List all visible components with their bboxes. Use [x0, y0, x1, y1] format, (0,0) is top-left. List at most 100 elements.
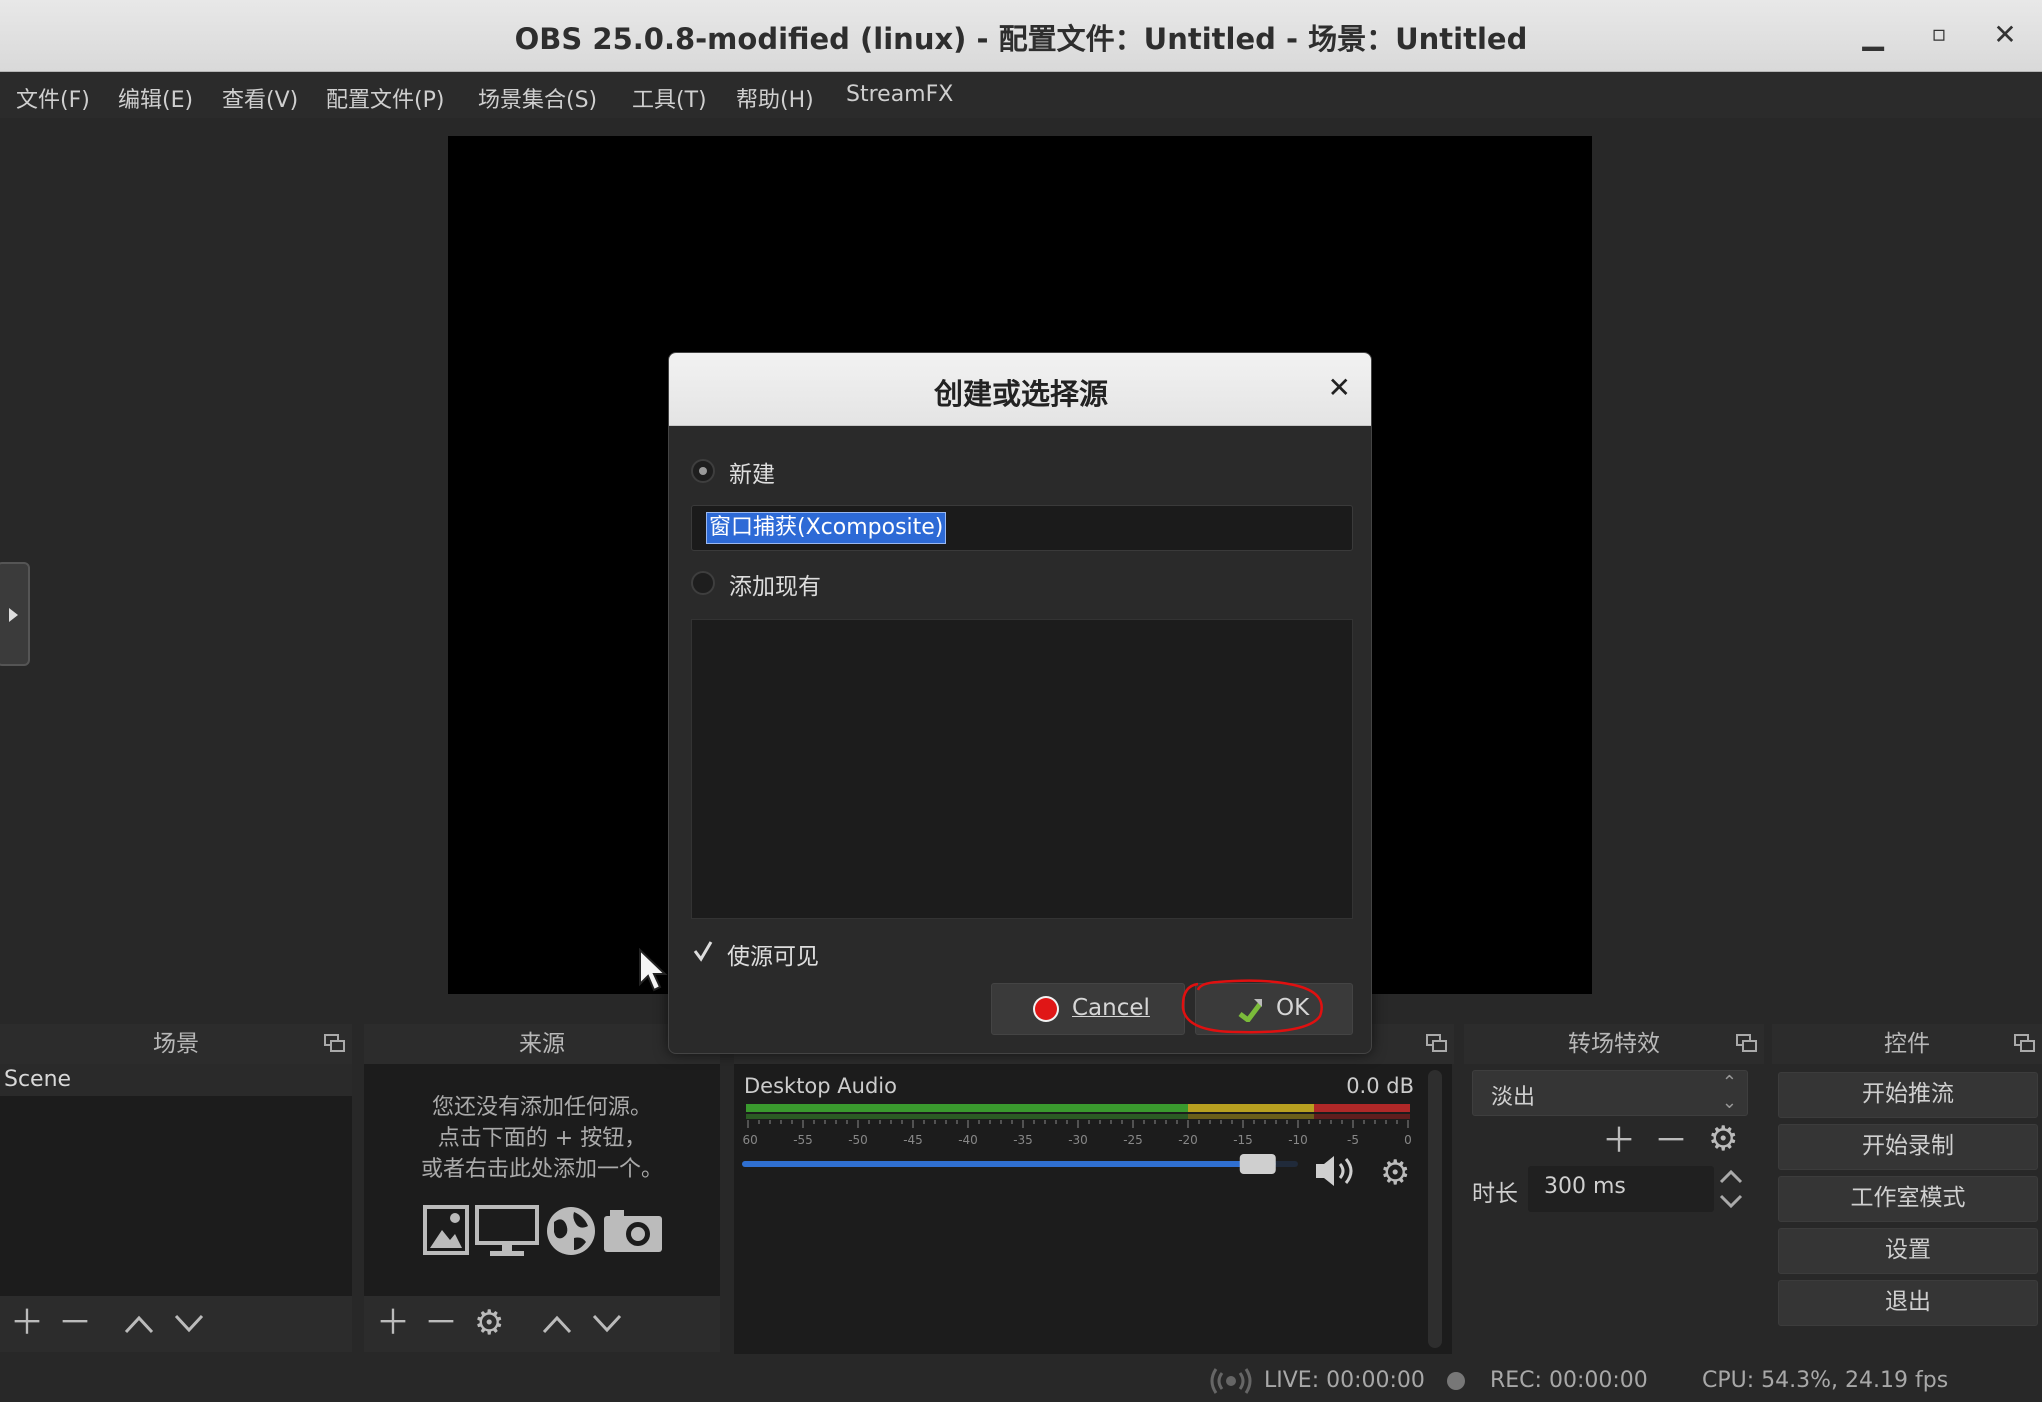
transition-selected: 淡出	[1491, 1085, 1536, 1110]
meter-scale-label: -30	[1068, 1133, 1088, 1147]
menu-scene-collection[interactable]: 场景集合(S)	[478, 82, 597, 114]
mute-button[interactable]	[1326, 1154, 1366, 1188]
transition-properties-gear-icon[interactable]: ⚙	[1708, 1122, 1738, 1156]
close-window-button[interactable]: ✕	[1984, 14, 2026, 56]
add-existing-radio[interactable]	[691, 571, 715, 595]
maximize-button[interactable]: ▫	[1918, 14, 1960, 56]
menu-tools[interactable]: 工具(T)	[632, 82, 707, 114]
float-dock-icon[interactable]	[1426, 1034, 1448, 1052]
sources-empty-hint-line3: 或者右击此处添加一个。	[420, 1157, 663, 1182]
controls-title: 控件	[1884, 1031, 1930, 1057]
menu-file[interactable]: 文件(F)	[16, 82, 90, 114]
new-source-radio[interactable]	[691, 459, 715, 483]
live-broadcast-icon	[1210, 1368, 1252, 1394]
mixer-channel-name: Desktop Audio	[744, 1074, 897, 1098]
meter-scale-label: -45	[903, 1133, 923, 1147]
display-icon	[475, 1205, 539, 1256]
remove-scene-button[interactable]: －	[58, 1306, 92, 1340]
float-dock-icon[interactable]	[1736, 1034, 1758, 1052]
move-scene-down-button[interactable]	[172, 1310, 206, 1336]
scenes-list[interactable]: Scene	[0, 1064, 352, 1296]
scenes-toolbar: ＋ －	[0, 1296, 352, 1352]
status-bar: LIVE: 00:00:00 REC: 00:00:00 CPU: 54.3%,…	[0, 1360, 2042, 1402]
meter-scale-label: -25	[1123, 1133, 1143, 1147]
menu-edit[interactable]: 编辑(E)	[118, 82, 193, 114]
dialog-close-button[interactable]: ✕	[1328, 371, 1351, 404]
menu-streamfx[interactable]: StreamFX	[846, 82, 953, 107]
camera-icon	[604, 1210, 662, 1252]
meter-scale-label: -55	[793, 1133, 813, 1147]
minimize-button[interactable]: ▁	[1852, 14, 1894, 56]
move-source-down-button[interactable]	[590, 1310, 624, 1336]
menu-bar: 文件(F) 编辑(E) 查看(V) 配置文件(P) 场景集合(S) 工具(T) …	[0, 72, 2042, 118]
transitions-dock-title: 转场特效	[1464, 1024, 1764, 1064]
exit-button[interactable]: 退出	[1778, 1280, 2038, 1326]
studio-mode-button[interactable]: 工作室模式	[1778, 1176, 2038, 1222]
float-dock-icon[interactable]	[2014, 1034, 2036, 1052]
make-visible-checkbox[interactable]	[691, 939, 715, 963]
add-transition-button[interactable]: ＋	[1602, 1124, 1636, 1158]
new-source-label: 新建	[729, 462, 775, 488]
remove-transition-button[interactable]: －	[1654, 1124, 1688, 1158]
mixer-level-db: 0.0 dB	[1346, 1074, 1414, 1098]
add-source-button[interactable]: ＋	[376, 1306, 410, 1340]
live-timer: LIVE: 00:00:00	[1264, 1368, 1425, 1393]
controls-dock-title: 控件	[1772, 1024, 2042, 1064]
window-title: OBS 25.0.8-modified (linux) - 配置文件：Untit…	[514, 22, 1528, 56]
globe-icon	[547, 1207, 595, 1255]
start-recording-button[interactable]: 开始录制	[1778, 1124, 2038, 1170]
start-streaming-button[interactable]: 开始推流	[1778, 1072, 2038, 1118]
menu-help[interactable]: 帮助(H)	[736, 82, 814, 114]
expand-arrow-icon	[9, 608, 18, 622]
dialog-header: 创建或选择源 ✕	[669, 353, 1371, 426]
rec-timer: REC: 00:00:00	[1490, 1368, 1648, 1393]
meter-scale-label: -40	[958, 1133, 978, 1147]
move-source-up-button[interactable]	[540, 1310, 574, 1336]
meter-scale-label: -20	[1178, 1133, 1198, 1147]
volume-meter: -60-55-50-45-40-35-30-25-20-15-10-50	[742, 1104, 1412, 1147]
transition-select[interactable]: 淡出 ⌃ ⌄	[1472, 1070, 1748, 1116]
make-visible-label: 使源可见	[727, 944, 819, 970]
audio-mixer: Desktop Audio 0.0 dB -60 -55 -50 -45 -40 -35 -…	[734, 1064, 1452, 1354]
meter-scale-label: -60	[742, 1133, 758, 1147]
side-panel-toggle[interactable]	[0, 562, 30, 666]
settings-button[interactable]: 设置	[1778, 1228, 2038, 1274]
scenes-dock-title: 场景	[0, 1024, 352, 1064]
source-name-input[interactable]: 窗口捕获(Xcomposite)	[691, 505, 1353, 551]
menu-view[interactable]: 查看(V)	[222, 82, 298, 114]
cancel-stop-icon	[1033, 996, 1059, 1022]
sources-empty-hint-line2: 点击下面的 + 按钮，	[437, 1126, 647, 1151]
meter-scale-label: -50	[848, 1133, 868, 1147]
add-scene-button[interactable]: ＋	[10, 1306, 44, 1340]
mixer-settings-gear-icon[interactable]: ⚙	[1380, 1156, 1410, 1190]
dialog-title: 创建或选择源	[933, 377, 1108, 411]
sources-list[interactable]: 您还没有添加任何源。 点击下面的 + 按钮， 或者右击此处添加一个。	[364, 1064, 720, 1296]
meter-scale-label: -10	[1288, 1133, 1308, 1147]
menu-profile[interactable]: 配置文件(P)	[326, 82, 444, 114]
source-name-value: 窗口捕获(Xcomposite)	[706, 512, 947, 544]
source-properties-gear-icon[interactable]: ⚙	[474, 1306, 504, 1340]
volume-slider[interactable]	[1242, 1164, 1382, 1168]
meter-scale-label: -35	[1013, 1133, 1033, 1147]
meter-scale-label: -5	[1347, 1133, 1359, 1147]
image-icon	[423, 1205, 469, 1255]
mouse-cursor-icon	[639, 948, 668, 992]
move-scene-up-button[interactable]	[122, 1310, 156, 1336]
sources-title: 来源	[519, 1031, 565, 1057]
sources-empty-hint-line1: 您还没有添加任何源。	[431, 1095, 652, 1120]
highlight-annotation	[1181, 979, 1323, 1034]
existing-sources-list[interactable]	[691, 619, 1353, 919]
meter-scale-label: -15	[1233, 1133, 1253, 1147]
duration-label: 时长	[1472, 1181, 1518, 1207]
scene-list-item[interactable]: Scene	[0, 1064, 352, 1096]
duration-stepper[interactable]	[1716, 1166, 1746, 1212]
scenes-title: 场景	[153, 1031, 199, 1057]
duration-spinbox[interactable]: 300 ms	[1528, 1166, 1714, 1212]
remove-source-button[interactable]: －	[424, 1306, 458, 1340]
volume-fill	[742, 1161, 1276, 1167]
transitions-title: 转场特效	[1568, 1031, 1660, 1057]
select-updown-icon: ⌃ ⌄	[1721, 1072, 1737, 1113]
cancel-button[interactable]: Cancel	[991, 983, 1185, 1035]
mixer-scrollbar[interactable]	[1428, 1070, 1442, 1348]
float-dock-icon[interactable]	[324, 1034, 346, 1052]
